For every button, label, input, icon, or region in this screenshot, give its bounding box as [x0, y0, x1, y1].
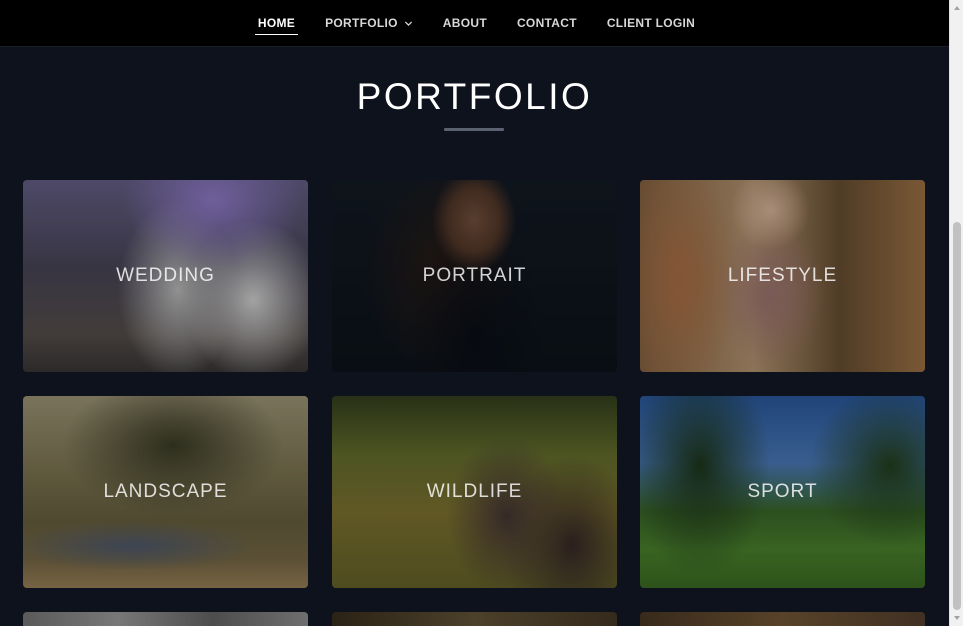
nav-item-contact[interactable]: CONTACT — [517, 16, 577, 30]
card-label: PORTRAIT — [422, 265, 527, 286]
portfolio-card-wedding[interactable]: WEDDING — [23, 180, 308, 372]
title-divider — [444, 128, 504, 131]
nav-item-label: CLIENT LOGIN — [606, 16, 696, 30]
page-title: PORTFOLIO — [356, 76, 593, 117]
page: HOME PORTFOLIO ABOUT CONTACT CLIENT LOGI… — [0, 0, 963, 626]
nav-item-portfolio[interactable]: PORTFOLIO — [325, 16, 413, 30]
chevron-down-icon — [404, 20, 412, 26]
portfolio-card-wildlife[interactable]: WILDLIFE — [332, 396, 617, 588]
nav-menu: HOME PORTFOLIO ABOUT CONTACT CLIENT LOGI… — [254, 16, 695, 35]
scroll-up-arrow-icon[interactable] — [953, 4, 961, 12]
card-overlay — [640, 612, 925, 626]
nav-item-client-login[interactable]: CLIENT LOGIN — [607, 16, 695, 30]
card-label: WILDLIFE — [426, 481, 523, 502]
portfolio-card-sport[interactable]: SPORT — [640, 396, 925, 588]
portfolio-card-landscape[interactable]: LANDSCAPE — [23, 396, 308, 588]
portfolio-card[interactable] — [640, 612, 925, 626]
portfolio-card-portrait[interactable]: PORTRAIT — [332, 180, 617, 372]
nav-item-label: PORTFOLIO — [325, 16, 398, 30]
card-label: SPORT — [747, 481, 818, 502]
scrollbar-thumb[interactable] — [953, 222, 961, 610]
portfolio-card-lifestyle[interactable]: LIFESTYLE — [640, 180, 925, 372]
portfolio-card[interactable] — [23, 612, 308, 626]
nav-item-home[interactable]: HOME — [254, 16, 299, 35]
vertical-scrollbar[interactable] — [949, 0, 963, 626]
portfolio-card[interactable] — [332, 612, 617, 626]
card-overlay — [23, 612, 308, 626]
nav-item-label: ABOUT — [442, 16, 487, 30]
card-overlay — [332, 612, 617, 626]
card-label: WEDDING — [116, 265, 215, 286]
top-nav: HOME PORTFOLIO ABOUT CONTACT CLIENT LOGI… — [0, 0, 949, 47]
nav-item-about[interactable]: ABOUT — [443, 16, 487, 30]
scroll-down-arrow-icon[interactable] — [953, 614, 961, 622]
card-label: LANDSCAPE — [103, 481, 228, 502]
card-label: LIFESTYLE — [727, 265, 838, 286]
nav-item-label: CONTACT — [516, 16, 577, 30]
nav-item-label: HOME — [257, 16, 296, 30]
